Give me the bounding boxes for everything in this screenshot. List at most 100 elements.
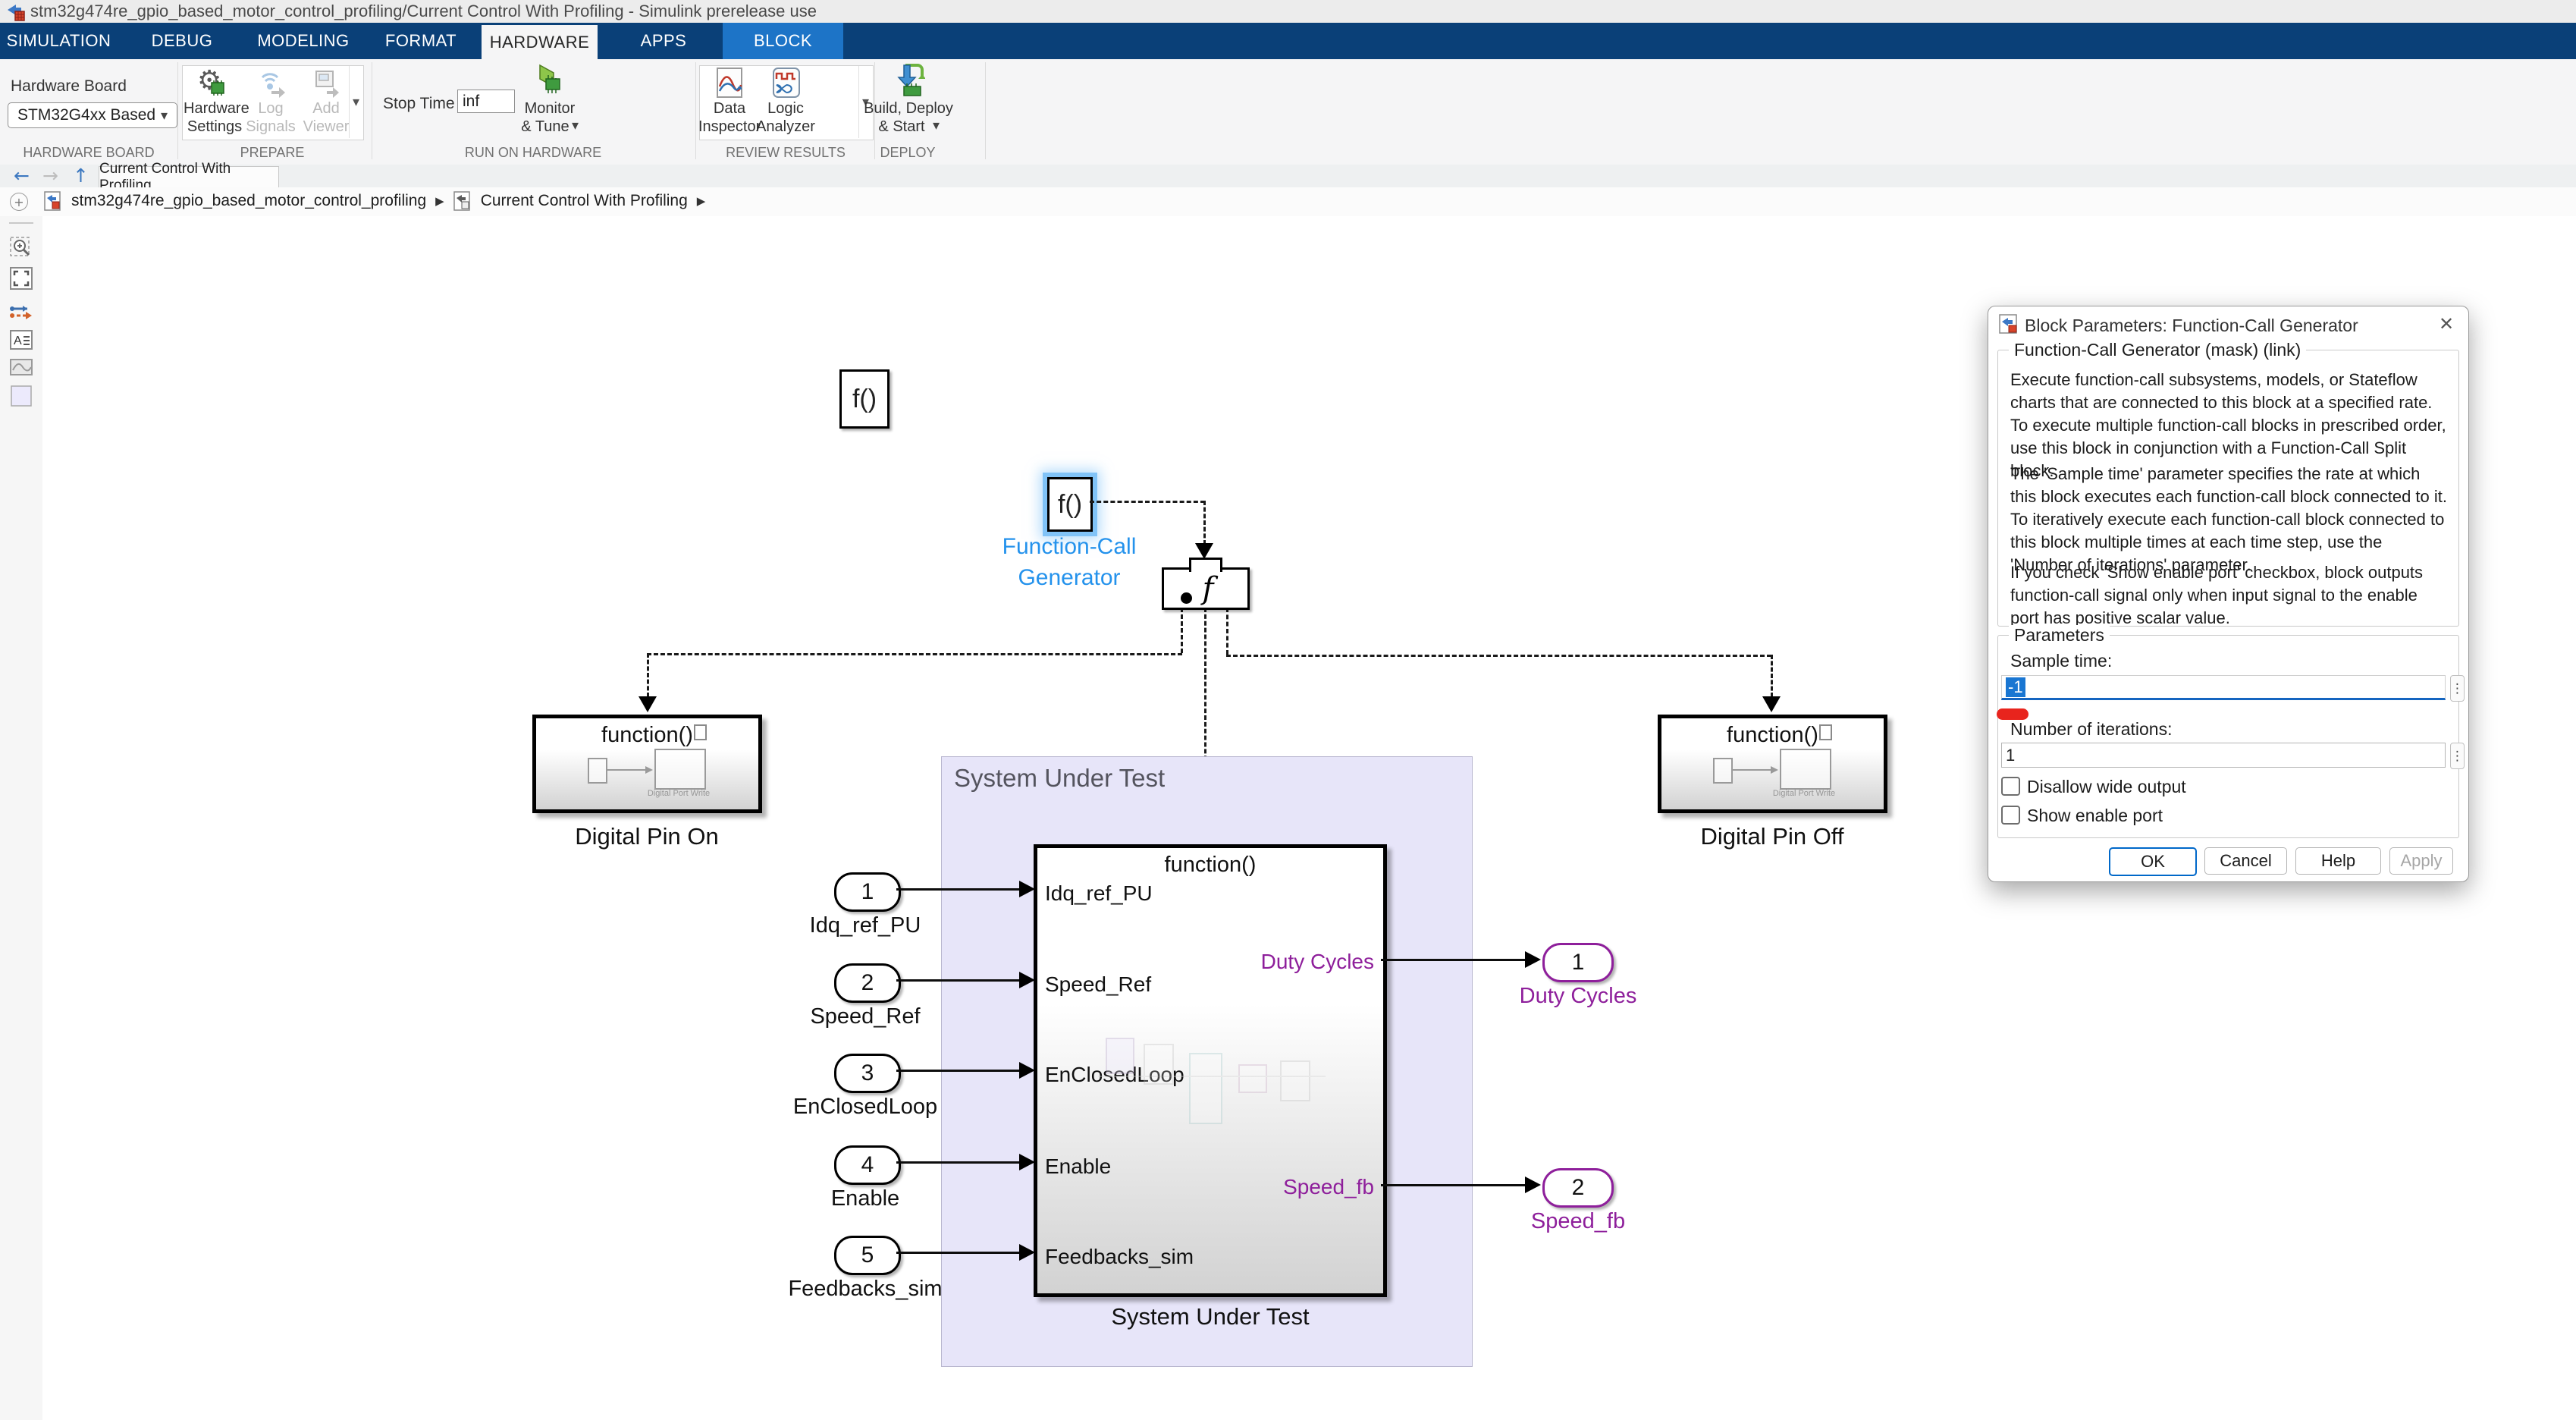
system-under-test-block[interactable]: function() Idq_ref_PU Speed_Ref EnClosed… [1034, 844, 1387, 1297]
data-inspector-button[interactable]: Data Inspector [702, 65, 757, 139]
document-tab[interactable]: Current Control With Profiling [99, 166, 279, 188]
outport-1[interactable]: 1 [1542, 943, 1614, 982]
forward-icon[interactable]: → [42, 165, 58, 187]
iterations-options-button[interactable]: ⋮ [2450, 743, 2465, 769]
tab-debug[interactable]: DEBUG [140, 23, 224, 59]
inner-subblock-label: Digital Port Write [1768, 789, 1840, 798]
function-header: function() [1037, 853, 1383, 878]
ok-button[interactable]: OK [2109, 847, 2197, 876]
outport-2-label[interactable]: Speed_fb [1472, 1209, 1684, 1234]
signal-wire[interactable] [896, 1070, 1021, 1072]
hardware-board-select[interactable]: STM32G4xx Based ▾ [8, 102, 177, 128]
inport-4-label[interactable]: Enable [759, 1186, 971, 1211]
iterations-input[interactable]: 1 [2001, 743, 2446, 768]
digital-pin-on-block[interactable]: function() Digital Port Write [532, 715, 762, 813]
fit-to-view-icon[interactable] [9, 266, 33, 291]
red-annotation-marker [1997, 708, 2028, 720]
build-deploy-icon [895, 64, 925, 97]
sample-time-input[interactable]: -1 [2001, 675, 2446, 700]
dialog-description: If you check 'Show enable port' checkbox… [2010, 561, 2448, 630]
wire-split-to-pin-on[interactable] [647, 653, 649, 697]
prepare-gallery-expand[interactable]: ▾ [349, 66, 362, 138]
signal-wire[interactable] [1381, 959, 1525, 961]
digital-pin-on-name[interactable]: Digital Pin On [541, 823, 753, 850]
wire-split-to-pin-off[interactable] [1771, 655, 1773, 697]
inner-wire [1731, 765, 1778, 774]
log-signals-button[interactable]: Log Signals [247, 65, 294, 139]
expand-model-browser-button[interactable]: + [10, 193, 28, 211]
sut-port-label-in: Feedbacks_sim [1045, 1245, 1194, 1269]
wire-fcg-to-split[interactable] [1090, 501, 1205, 503]
breadcrumb-item-current[interactable]: Current Control With Profiling [481, 192, 688, 210]
inport-1[interactable]: 1 [834, 872, 901, 912]
function-call-generator-block[interactable]: f() [1047, 477, 1093, 532]
close-icon[interactable]: ✕ [2435, 313, 2458, 335]
digital-pin-off-name[interactable]: Digital Pin Off [1666, 823, 1878, 850]
image-annotation-icon[interactable] [9, 355, 33, 379]
signal-wire[interactable] [896, 888, 1021, 891]
tab-apps[interactable]: APPS [626, 23, 701, 59]
monitor-tune-button[interactable]: Monitor & Tune ▾ [516, 64, 584, 140]
outport-2[interactable]: 2 [1542, 1168, 1614, 1208]
show-enable-port-checkbox[interactable] [2001, 806, 2020, 825]
stop-time-input[interactable]: inf [457, 90, 515, 113]
logic-analyzer-button[interactable]: Logic Analyzer [758, 65, 813, 139]
function-call-block[interactable]: f() [839, 369, 890, 429]
inport-3-label[interactable]: EnClosedLoop [759, 1095, 971, 1120]
inport-1-label[interactable]: Idq_ref_PU [759, 913, 971, 938]
tab-modeling[interactable]: MODELING [254, 23, 353, 59]
wire-split-to-pin-on[interactable] [647, 653, 1182, 655]
hardware-settings-button[interactable]: ⚙ Hardware Settings [191, 65, 238, 139]
inport-3[interactable]: 3 [834, 1054, 901, 1093]
disallow-wide-output-label[interactable]: Disallow wide output [2027, 777, 2186, 797]
disallow-wide-output-checkbox[interactable] [2001, 777, 2020, 796]
help-button[interactable]: Help [2295, 847, 2381, 875]
inport-5-label[interactable]: Feedbacks_sim [759, 1277, 971, 1302]
tab-simulation[interactable]: SIMULATION [8, 23, 110, 59]
wire-arrowhead [1019, 1154, 1035, 1170]
function-call-split-notch [1189, 558, 1222, 572]
function-call-generator-name[interactable]: Function-Call Generator [963, 534, 1175, 591]
wire-split-to-pin-on[interactable] [1181, 608, 1183, 653]
show-enable-port-label[interactable]: Show enable port [2027, 806, 2163, 826]
breadcrumb: stm32g474re_gpio_based_motor_control_pro… [44, 187, 705, 215]
inport-2-label[interactable]: Speed_Ref [759, 1004, 971, 1029]
apply-button[interactable]: Apply [2389, 847, 2453, 875]
wire-fcg-to-split[interactable] [1203, 501, 1206, 545]
breadcrumb-arrow-icon[interactable]: ▶ [435, 194, 444, 208]
inner-subblock [1780, 749, 1831, 790]
compare-signals-icon[interactable] [9, 300, 33, 324]
hardware-board-label: Hardware Board [11, 77, 127, 96]
signal-wire[interactable] [896, 1252, 1021, 1254]
outport-1-label[interactable]: Duty Cycles [1472, 984, 1684, 1009]
inport-5[interactable]: 5 [834, 1236, 901, 1275]
stop-time-label: Stop Time [383, 95, 455, 113]
area-annotation-icon[interactable] [9, 384, 33, 408]
signal-wire[interactable] [1381, 1184, 1525, 1186]
inport-4[interactable]: 4 [834, 1145, 901, 1185]
sample-time-options-button[interactable]: ⋮ [2450, 675, 2465, 702]
up-icon[interactable]: ↑ [73, 165, 89, 187]
annotation-icon[interactable]: A [9, 328, 33, 352]
wire-split-to-pin-off[interactable] [1226, 608, 1228, 655]
build-deploy-button[interactable]: Build, Deploy & Start ▾ [863, 64, 954, 140]
tab-format[interactable]: FORMAT [375, 23, 466, 59]
inner-inport [588, 758, 607, 784]
digital-pin-off-block[interactable]: function() Digital Port Write [1658, 715, 1887, 813]
back-icon[interactable]: ← [14, 165, 30, 187]
tab-hardware[interactable]: HARDWARE [482, 25, 598, 59]
system-under-test-name[interactable]: System Under Test [1104, 1303, 1316, 1330]
signal-wire[interactable] [896, 1161, 1021, 1164]
inport-2[interactable]: 2 [834, 963, 901, 1003]
signal-wire[interactable] [896, 979, 1021, 982]
breadcrumb-arrow-icon[interactable]: ▶ [697, 194, 706, 208]
cancel-button[interactable]: Cancel [2204, 847, 2287, 875]
wire-split-to-pin-off[interactable] [1226, 655, 1771, 657]
breadcrumb-item-root[interactable]: stm32g474re_gpio_based_motor_control_pro… [71, 192, 426, 210]
simulink-model-icon [6, 2, 26, 21]
tab-block[interactable]: BLOCK [723, 23, 843, 59]
function-call-split-block[interactable]: f [1162, 567, 1250, 610]
sample-time-selected-text: -1 [2006, 677, 2025, 697]
add-viewer-button[interactable]: Add Viewer [303, 65, 350, 139]
zoom-region-icon[interactable] [9, 236, 33, 260]
